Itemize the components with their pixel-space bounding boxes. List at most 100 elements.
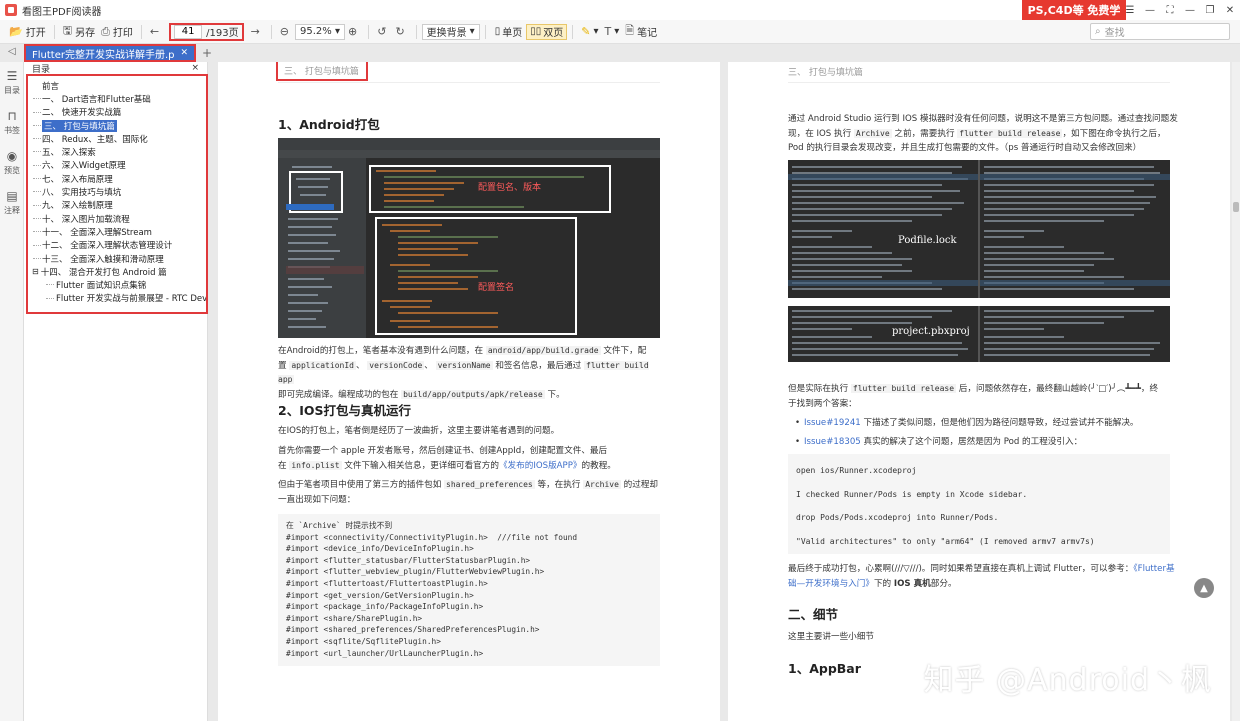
open-button[interactable]: 📂 打开	[6, 22, 49, 42]
ide-illustration: 配置包名、版本 配置签名	[278, 138, 660, 338]
app-logo-icon	[5, 4, 17, 16]
highlighter-icon: ✎	[581, 25, 591, 38]
close-icon[interactable]: ✕	[181, 48, 189, 58]
page-navigator: /193页	[169, 22, 244, 41]
background-select[interactable]: 更换背景 ▾	[421, 23, 480, 40]
minimize-mini-icon[interactable]: —	[1140, 0, 1160, 20]
double-page-icon: ▯▯	[530, 26, 542, 37]
paragraph: 在Android的打包上，笔者基本没有遇到什么问题，在 android/app/…	[278, 346, 649, 400]
label-config-package: 配置包名、版本	[478, 181, 541, 193]
running-head: 三、 打包与填坑篇	[788, 68, 863, 78]
rail-annotate[interactable]: ▤ 注释	[0, 182, 24, 222]
page-total: /193页	[206, 28, 239, 39]
notes-button[interactable]: 🗎 笔记	[622, 22, 660, 42]
arrow-right-icon: →	[250, 25, 260, 38]
text-button[interactable]: T ▾	[601, 22, 622, 42]
page-left: 三、 打包与填坑篇 1、Android打包 配置包名、版本 配置签名 在Andr…	[218, 62, 720, 721]
scroll-to-top-button[interactable]: ▲	[1194, 578, 1214, 598]
search-input[interactable]: ⌕ 查找	[1090, 23, 1230, 40]
promo-banner[interactable]: PS,C4D等 免费学	[1022, 0, 1126, 20]
toc-item[interactable]: 前言	[28, 79, 206, 92]
close-icon[interactable]: ✕	[1220, 0, 1240, 20]
toc-item-selected[interactable]: 三、 打包与填坑篇	[28, 119, 206, 132]
fullscreen-icon[interactable]: ⛶	[1160, 0, 1180, 20]
heading-appbar: 1、AppBar	[788, 661, 861, 676]
toc-item[interactable]: 十、 深入图片加载流程	[28, 212, 206, 225]
issue-18305-link[interactable]: Issue#18305	[804, 437, 861, 447]
paragraph: 首先你需要一个 apple 开发者账号，然后创建证书、创建AppId，创建配置文…	[278, 446, 616, 471]
collapse-icon[interactable]: ⊟	[32, 267, 39, 276]
chevron-down-icon: ▾	[593, 26, 599, 37]
ios-publish-link[interactable]: 《发布的IOS版APP》	[499, 461, 582, 471]
rotate-left-button[interactable]: ↺	[374, 22, 392, 42]
note-icon: 🗎	[625, 24, 635, 37]
toc-item[interactable]: 八、 实用技巧与填坑	[28, 185, 206, 198]
toc-item[interactable]: 四、 Redux、主题、国际化	[28, 132, 206, 145]
chevron-down-icon: ▾	[334, 26, 341, 37]
issue-19241-link[interactable]: Issue#19241	[804, 418, 861, 428]
toc-item[interactable]: 十一、 全面深入理解Stream	[28, 225, 206, 238]
app-title: 看图王PDF阅读器	[22, 6, 102, 18]
toc-item[interactable]: 五、 深入探索	[28, 145, 206, 158]
toc-item[interactable]: 十二、 全面深入理解状态管理设计	[28, 239, 206, 252]
toc-header: 目录 ×	[32, 63, 199, 75]
paragraph: 但由于笔者项目中使用了第三方的插件包如 shared_preferences 等…	[278, 480, 659, 505]
toc-item[interactable]: 二、 快速开发实战篇	[28, 106, 206, 119]
highlight-button[interactable]: ✎ ▾	[578, 22, 601, 42]
scrollbar-thumb[interactable]	[1233, 202, 1239, 212]
tab-bar: ◁ Flutter完整开发实战详解手册.p ✕ +	[0, 44, 1240, 62]
toc-item[interactable]: 六、 深入Widget原理	[28, 159, 206, 172]
minimize-icon[interactable]: —	[1180, 0, 1200, 20]
single-page-button[interactable]: ▯ 单页	[491, 24, 527, 40]
pbxproj-diff-screenshot: project.pbxproj	[788, 306, 1170, 362]
printer-icon: ⎙	[101, 24, 110, 38]
toc-item[interactable]: 七、 深入布局原理	[28, 172, 206, 185]
search-icon: ⌕	[1095, 26, 1101, 37]
toc-item[interactable]: Flutter 面试知识点集锦	[28, 278, 206, 291]
rotate-right-icon: ↻	[395, 25, 405, 38]
toc-item[interactable]: ⊟ 十四、 混合开发打包 Android 篇	[28, 265, 206, 278]
podfile-lock-label: Podfile.lock	[898, 235, 958, 246]
rail-preview[interactable]: ◉ 预览	[0, 142, 24, 182]
close-icon[interactable]: ×	[191, 63, 199, 73]
arrow-left-icon: ←	[149, 25, 160, 38]
rotate-right-button[interactable]: ↻	[392, 22, 410, 42]
window-controls: ☰ — ⛶ — ❐ ✕	[1120, 0, 1240, 20]
print-button[interactable]: ⎙ 打印	[98, 22, 136, 42]
toc-item[interactable]: 九、 深入绘制原理	[28, 199, 206, 212]
text-icon: T	[604, 25, 612, 38]
paragraph: 但是实际在执行 flutter build release 后，问题依然存在，最…	[788, 384, 1159, 409]
podfile-diff-screenshot: Podfile.lock	[788, 160, 1170, 298]
eye-icon: ◉	[6, 148, 18, 163]
double-page-button[interactable]: ▯▯ 双页	[526, 23, 568, 40]
save-as-button[interactable]: 🖫 另存	[60, 22, 98, 42]
prev-page-button[interactable]: ←	[147, 22, 165, 42]
zoom-out-button[interactable]: ⊖	[277, 22, 295, 42]
restore-icon[interactable]: ❐	[1200, 0, 1220, 20]
single-page-icon: ▯	[494, 26, 501, 37]
rail-bookmark[interactable]: ⊓ 书签	[0, 102, 24, 142]
vertical-scrollbar[interactable]	[1232, 62, 1240, 721]
heading-details: 二、细节	[788, 607, 839, 622]
code-block: 在 `Archive` 时提示找不到 #import <connectivity/…	[278, 514, 660, 666]
chevron-up-icon: ▲	[1200, 582, 1208, 594]
zoom-in-button[interactable]: ⊕	[345, 22, 363, 42]
rail-toc[interactable]: ☰ 目录	[0, 62, 24, 102]
label-config-signing: 配置签名	[478, 281, 514, 293]
toc-list: 前言 一、 Dart语言和Flutter基础 二、 快速开发实战篇 三、 打包与…	[26, 74, 208, 314]
flutter-basics-link[interactable]: 《Flutter基	[1133, 564, 1174, 574]
toc-item[interactable]: Flutter 开发实战与前景展望 - RTC Dev M	[28, 292, 206, 305]
tab-document[interactable]: Flutter完整开发实战详解手册.p ✕	[24, 44, 197, 62]
add-tab-icon[interactable]: +	[202, 46, 212, 60]
toc-item[interactable]: 十三、 全面深入触摸和滑动原理	[28, 252, 206, 265]
tab-scroll-left-icon[interactable]: ◁	[8, 46, 16, 57]
list-icon: ☰	[6, 68, 18, 83]
zoom-select[interactable]: 95.2% ▾	[295, 23, 346, 40]
page-number-input[interactable]	[174, 24, 203, 39]
next-page-button[interactable]: →	[248, 22, 266, 42]
toolbar: 📂打开 🖫另存 ⎙打印 ← /193页 → ⊖ 95.2%▾ ⊕ ↺ ↻ 更换背…	[0, 20, 1240, 44]
toc-item[interactable]: 一、 Dart语言和Flutter基础	[28, 92, 206, 105]
flutter-basics-link-cont[interactable]: 础—开发环境与入门》	[788, 579, 874, 589]
paragraph: 通过 Android Studio 运行到 IOS 模拟器时没有任何问题，说明这…	[788, 114, 1178, 153]
menu-icon[interactable]: ☰	[1120, 0, 1140, 20]
